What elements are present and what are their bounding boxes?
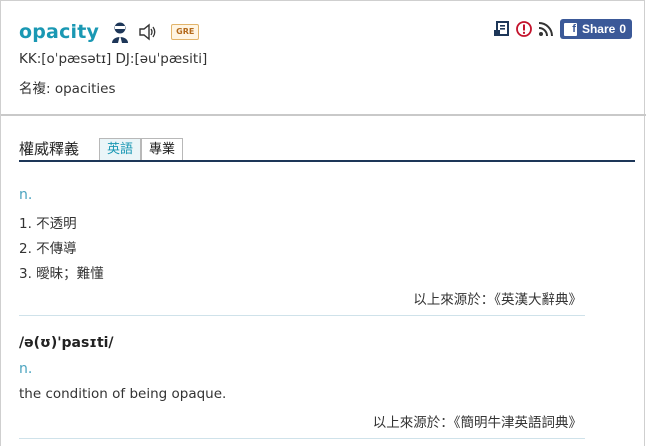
word-header: opacity GRE: [19, 18, 200, 46]
source-label: 以上來源於：《簡明牛津英語詞典》: [372, 415, 582, 431]
part-of-speech: n.: [19, 187, 33, 203]
ipa-pronunciation: /ə(ʊ)'pasɪti/: [19, 335, 114, 351]
gre-badge: GRE: [171, 24, 200, 40]
facebook-icon: f: [563, 22, 577, 36]
alert-icon[interactable]: [516, 21, 532, 37]
toolbar: f Share 0: [493, 19, 632, 39]
section-title: 權威釋義: [19, 140, 80, 158]
person-icon[interactable]: [110, 21, 130, 43]
tab-underline: [19, 160, 635, 162]
definition-item: 1. 不透明: [19, 216, 77, 232]
definition-item: 2. 不傳導: [19, 241, 77, 257]
note-icon[interactable]: [493, 21, 510, 37]
facebook-share-button[interactable]: f Share 0: [559, 19, 632, 39]
part-of-speech: n.: [19, 361, 33, 377]
pronunciation: KK:[oˈpæsətɪ] DJ:[əuˈpæsiti]: [19, 51, 208, 67]
entry-separator: [19, 438, 585, 439]
definition-item: 3. 曖昧；難懂: [19, 266, 104, 282]
rss-icon[interactable]: [538, 21, 554, 37]
share-count: 0: [619, 22, 626, 36]
plural-form: 名複: opacities: [19, 81, 116, 97]
tab-professional[interactable]: 專業: [141, 138, 183, 160]
speaker-icon[interactable]: [138, 23, 158, 41]
entry-separator: [19, 315, 585, 316]
definition-item: the condition of being opaque.: [19, 386, 227, 402]
share-label: Share: [581, 22, 616, 36]
dictionary-panel: opacity GRE f Share 0 KK:[oˈpæsətɪ] DJ:[…: [0, 0, 646, 446]
tab-english[interactable]: 英語: [99, 138, 141, 160]
headword: opacity: [19, 21, 100, 43]
source-label: 以上來源於：《英漢大辭典》: [413, 292, 582, 308]
header-divider: [1, 114, 646, 116]
